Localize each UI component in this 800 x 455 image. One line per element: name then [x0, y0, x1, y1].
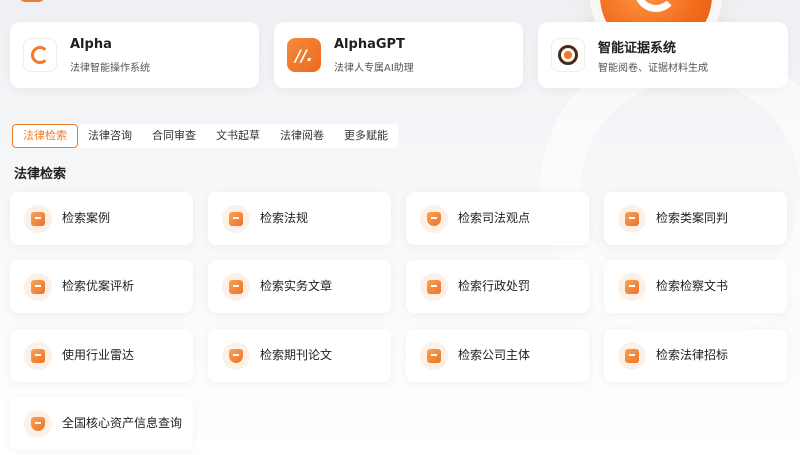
alphagpt-logo-icon: //.: [287, 38, 321, 72]
product-title: AlphaGPT: [334, 37, 405, 52]
industry-radar-icon: [24, 342, 52, 370]
tab-document-drafting[interactable]: 文书起草: [206, 124, 270, 148]
core-asset-icon: [24, 410, 52, 438]
feature-search-case-reviews[interactable]: 检索优案评析: [10, 260, 193, 313]
case-review-icon: [24, 273, 52, 301]
product-cards: Alpha 法律智能操作系统 //. AlphaGPT 法律人专属AI助理 智能…: [10, 22, 788, 88]
feature-core-asset-query[interactable]: 全国核心资产信息查询: [10, 397, 193, 450]
product-title: 智能证据系统: [598, 41, 677, 56]
tab-legal-review[interactable]: 法律阅卷: [270, 124, 334, 148]
product-card-alphagpt[interactable]: //. AlphaGPT 法律人专属AI助理: [274, 22, 523, 88]
feature-search-legal-bidding[interactable]: 检索法律招标: [604, 329, 787, 382]
feature-label: 检索行政处罚: [458, 279, 531, 293]
feature-search-cases[interactable]: 检索案例: [10, 192, 193, 245]
similar-case-icon: [618, 205, 646, 233]
feature-label: 全国核心资产信息查询: [62, 416, 183, 430]
tab-contract-review[interactable]: 合同审查: [142, 124, 206, 148]
feature-search-regulations[interactable]: 检索法规: [208, 192, 391, 245]
feature-search-practice-articles[interactable]: 检索实务文章: [208, 260, 391, 313]
journal-paper-icon: [222, 342, 250, 370]
procuratorate-doc-icon: [618, 273, 646, 301]
section-title: 法律检索: [14, 167, 67, 182]
legal-bidding-icon: [618, 342, 646, 370]
feature-label: 检索检察文书: [656, 279, 729, 293]
product-desc: 法律人专属AI助理: [334, 63, 414, 74]
feature-label: 检索优案评析: [62, 279, 135, 293]
tab-more[interactable]: 更多赋能: [334, 124, 398, 148]
product-card-alpha[interactable]: Alpha 法律智能操作系统: [10, 22, 259, 88]
feature-label: 检索法律招标: [656, 348, 729, 362]
regulation-icon: [222, 205, 250, 233]
feature-search-judicial-views[interactable]: 检索司法观点: [406, 192, 589, 245]
feature-search-company-entities[interactable]: 检索公司主体: [406, 329, 589, 382]
feature-industry-radar[interactable]: 使用行业雷达: [10, 329, 193, 382]
category-tabs: 法律检索 法律咨询 合同审查 文书起草 法律阅卷 更多赋能: [12, 124, 398, 148]
feature-label: 检索期刊论文: [260, 348, 333, 362]
feature-label: 检索法规: [260, 211, 309, 225]
feature-label: 检索类案同判: [656, 211, 729, 225]
feature-search-procuratorate-docs[interactable]: 检索检察文书: [604, 260, 787, 313]
company-entity-icon: [420, 342, 448, 370]
alpha-logo-icon: [23, 38, 57, 72]
product-desc: 智能阅卷、证据材料生成: [598, 63, 708, 74]
product-desc: 法律智能操作系统: [70, 63, 150, 74]
feature-search-admin-penalties[interactable]: 检索行政处罚: [406, 260, 589, 313]
feature-label: 检索实务文章: [260, 279, 333, 293]
admin-penalty-icon: [420, 273, 448, 301]
tab-legal-consult[interactable]: 法律咨询: [78, 124, 142, 148]
decorative-blob: [18, 0, 46, 2]
evidence-system-icon: [551, 38, 585, 72]
judicial-view-icon: [420, 205, 448, 233]
feature-label: 检索案例: [62, 211, 111, 225]
product-card-evidence[interactable]: 智能证据系统 智能阅卷、证据材料生成: [538, 22, 788, 88]
feature-label: 使用行业雷达: [62, 348, 135, 362]
feature-label: 检索司法观点: [458, 211, 531, 225]
feature-search-journal-papers[interactable]: 检索期刊论文: [208, 329, 391, 382]
tab-legal-search[interactable]: 法律检索: [12, 124, 78, 148]
product-title: Alpha: [70, 37, 112, 52]
practice-article-icon: [222, 273, 250, 301]
feature-label: 检索公司主体: [458, 348, 531, 362]
feature-search-similar-cases[interactable]: 检索类案同判: [604, 192, 787, 245]
case-icon: [24, 205, 52, 233]
